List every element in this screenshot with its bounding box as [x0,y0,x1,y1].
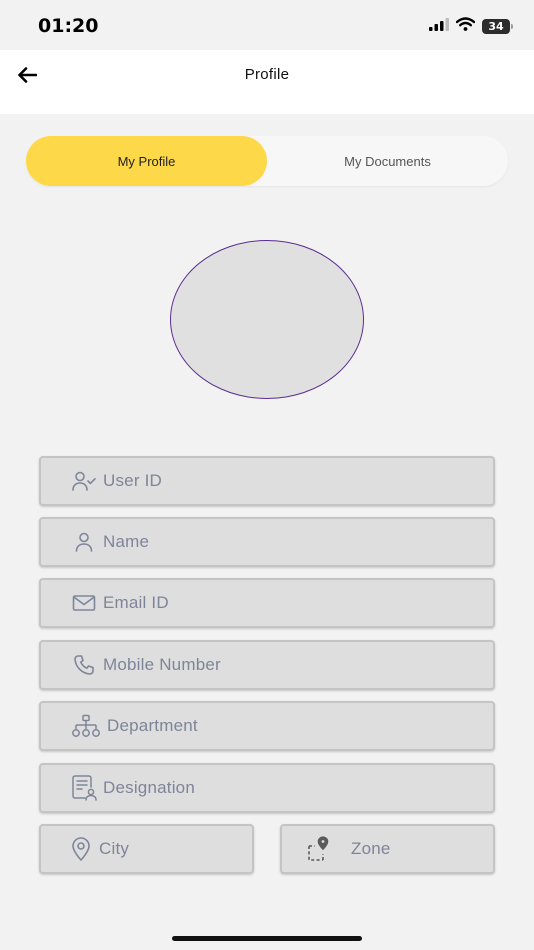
location-pin-icon [69,836,93,862]
phone-icon [71,652,97,678]
profile-tabs: My Profile My Documents [26,136,508,186]
user-check-icon [71,468,97,494]
status-bar: 01:20 34 [0,0,534,50]
app-header: Profile [0,50,534,114]
mobile-field[interactable]: Mobile Number [39,640,495,690]
user-icon [71,529,97,555]
department-placeholder: Department [107,716,198,735]
department-field[interactable]: Department [39,701,495,751]
profile-avatar[interactable] [170,240,364,399]
city-placeholder: City [99,839,130,858]
user-id-placeholder: User ID [103,471,163,490]
email-placeholder: Email ID [103,593,169,612]
zone-pin-icon [307,836,331,862]
name-field[interactable]: Name [39,517,495,567]
page-title: Profile [244,66,290,83]
battery-icon: 34 [482,19,513,34]
designation-placeholder: Designation [103,778,195,797]
mobile-placeholder: Mobile Number [103,655,221,674]
name-placeholder: Name [103,532,150,551]
city-field[interactable]: City [39,824,254,874]
wifi-icon [455,17,476,36]
id-card-icon [71,775,97,801]
tab-my-documents[interactable]: My Documents [267,136,508,186]
email-field[interactable]: Email ID [39,578,495,628]
zone-field[interactable]: Zone [280,824,495,874]
mail-icon [71,590,97,616]
designation-field[interactable]: Designation [39,763,495,813]
zone-placeholder: Zone [351,839,391,858]
hierarchy-icon [71,713,101,739]
profile-screen: 01:20 34 Profile My Profile My Documents… [0,0,534,950]
status-icons: 34 [429,17,513,36]
status-time: 01:20 [38,15,99,37]
signal-icon [429,17,449,36]
tab-my-profile[interactable]: My Profile [26,136,267,186]
home-indicator [172,936,362,941]
user-id-field[interactable]: User ID [39,456,495,506]
